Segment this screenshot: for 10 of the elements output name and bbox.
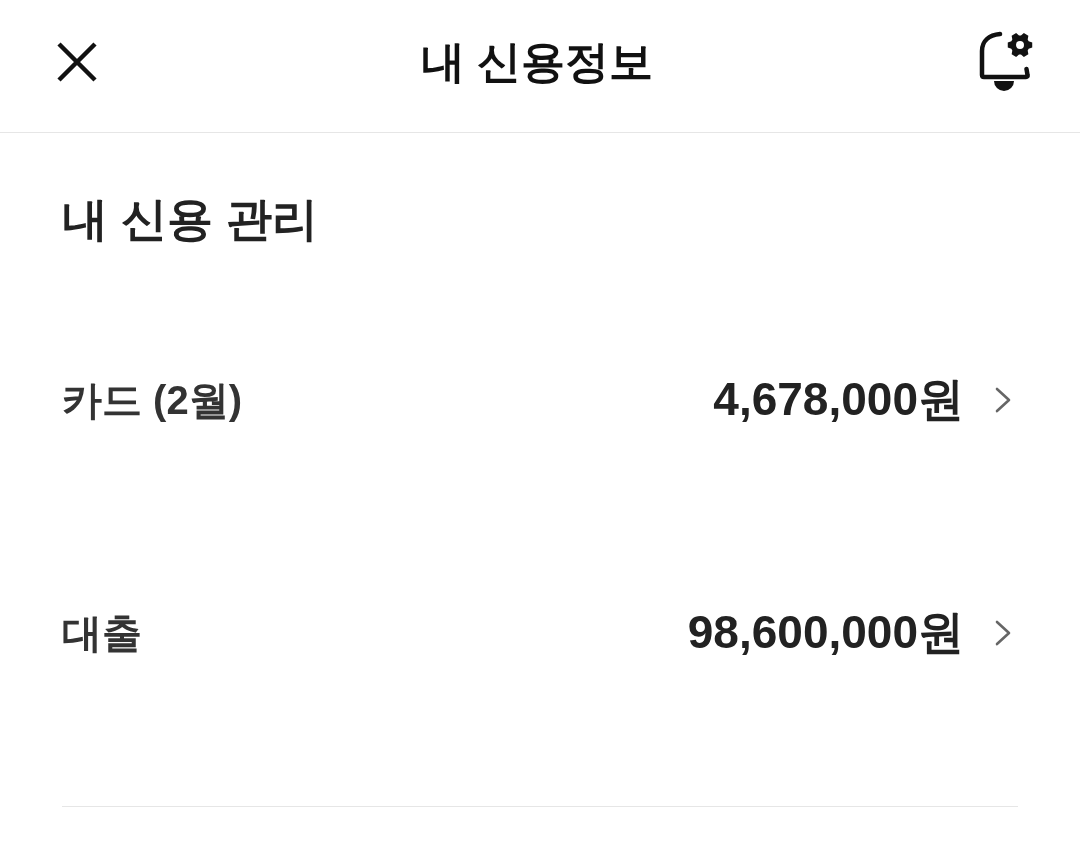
close-button[interactable] <box>56 41 98 83</box>
close-icon <box>56 41 98 83</box>
chevron-right-icon[interactable] <box>994 619 1012 646</box>
item-label: 대출 <box>62 609 142 657</box>
page-title: 내 신용정보 <box>420 40 654 84</box>
chevron-right-icon[interactable] <box>994 386 1012 413</box>
amount-value: 4,678,000원 <box>713 371 964 427</box>
amount-value: 98,600,000원 <box>687 604 964 660</box>
section-title: 내 신용 관리 <box>62 192 318 247</box>
item-label: 카드 (2월) <box>62 376 242 424</box>
